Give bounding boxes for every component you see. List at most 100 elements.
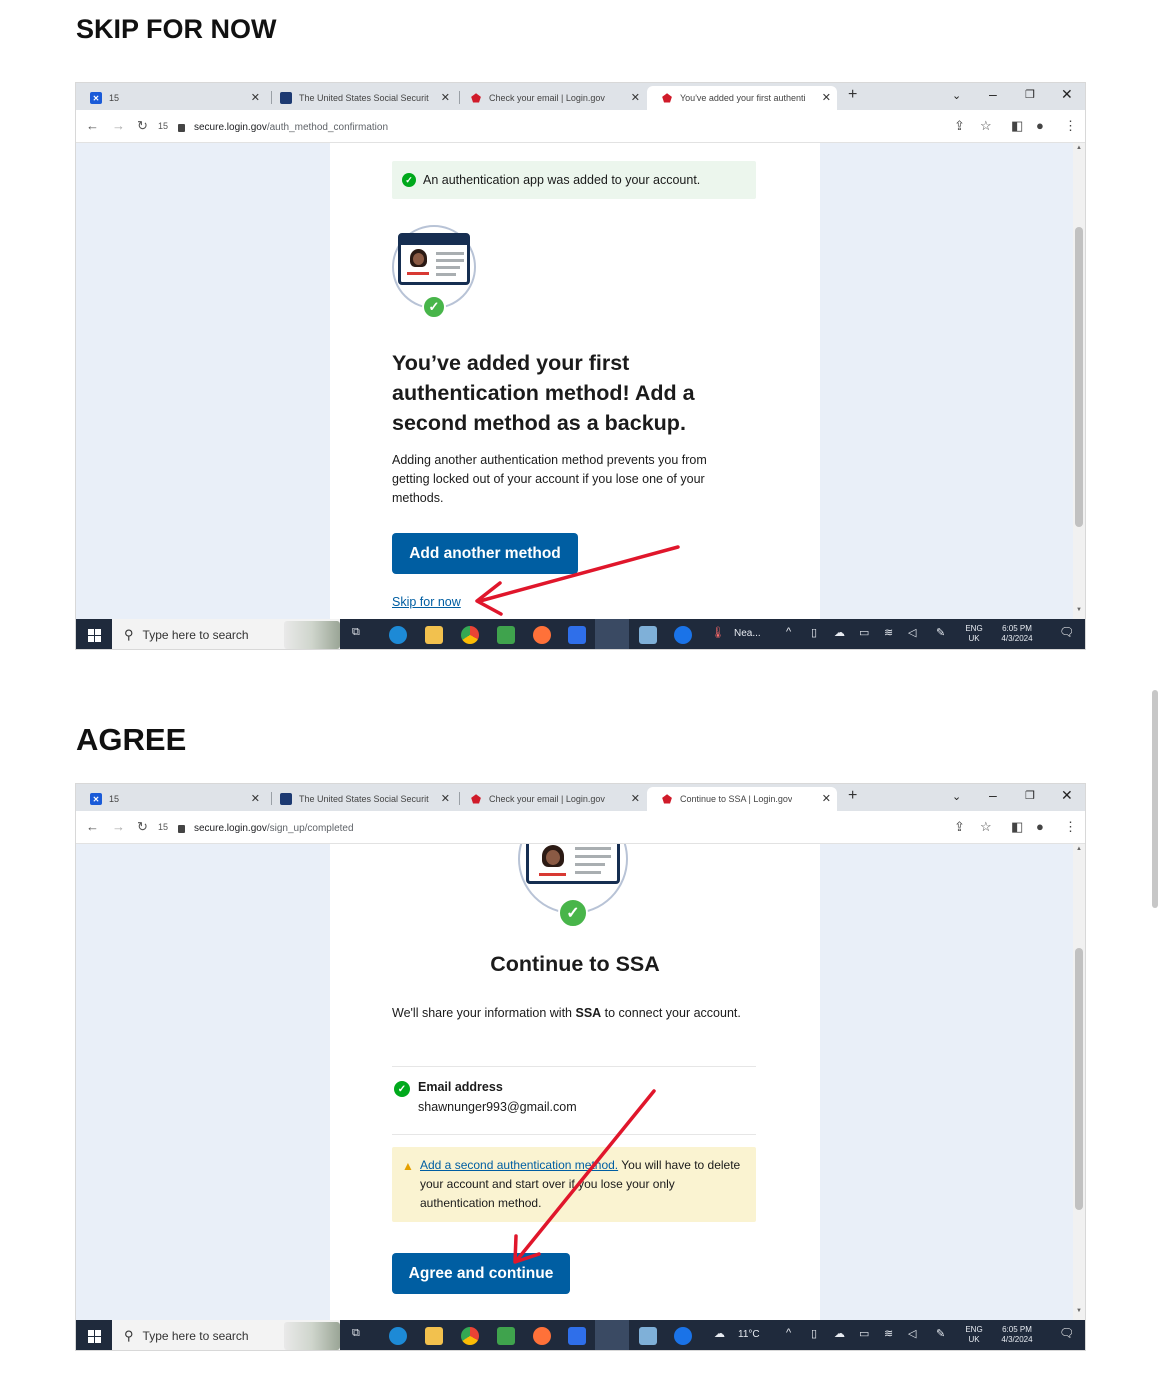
share-icon[interactable]: ⇪ — [954, 118, 965, 134]
new-tab-icon[interactable]: + — [848, 787, 857, 805]
tab-1[interactable]: ✕ 15 ✕ — [76, 86, 266, 110]
scroll-up-icon[interactable]: ▲ — [1076, 145, 1082, 151]
reload-icon[interactable]: ↻ — [137, 118, 148, 134]
share-icon[interactable]: ⇪ — [954, 819, 965, 835]
tab-1[interactable]: ✕ 15 ✕ — [76, 787, 266, 811]
tab-active[interactable]: ⬟ You've added your first authenti ✕ — [647, 86, 837, 110]
chevron-down-icon[interactable]: ⌄ — [952, 790, 961, 803]
lock-app-icon[interactable] — [497, 1327, 515, 1345]
edge-icon[interactable] — [389, 626, 407, 644]
close-icon[interactable]: ✕ — [441, 91, 450, 104]
clock[interactable]: 6:05 PM 4/3/2024 — [994, 624, 1040, 644]
help-icon[interactable] — [674, 626, 692, 644]
app-x-icon[interactable] — [568, 1327, 586, 1345]
close-icon[interactable]: ✕ — [631, 91, 640, 104]
scrollbar[interactable]: ▲ ▼ — [1073, 844, 1085, 1320]
url-field[interactable]: secure.login.gov/auth_method_confirmatio… — [178, 116, 938, 138]
close-window-icon[interactable]: ✕ — [1061, 787, 1073, 804]
tab-3[interactable]: ⬟ Check your email | Login.gov ✕ — [456, 787, 646, 811]
agree-and-continue-button[interactable]: Agree and continue — [392, 1253, 570, 1294]
add-second-method-link[interactable]: Add a second authentication method. — [420, 1158, 618, 1172]
reload-icon[interactable]: ↻ — [137, 819, 148, 835]
help-icon[interactable] — [674, 1327, 692, 1345]
scrollbar[interactable]: ▲ ▼ — [1073, 143, 1085, 619]
close-icon[interactable]: ✕ — [251, 91, 260, 104]
profile-icon[interactable]: ● — [1036, 118, 1044, 133]
firefox-icon[interactable] — [533, 1327, 551, 1345]
battery-icon[interactable]: ▭ — [859, 626, 869, 639]
page-scrollbar[interactable] — [1152, 690, 1158, 908]
chrome-icon[interactable] — [461, 1327, 479, 1345]
volume-icon[interactable]: ◁ — [908, 626, 916, 639]
pen-icon[interactable]: ✎ — [936, 1327, 945, 1340]
wifi-icon[interactable]: ≋ — [884, 626, 893, 639]
sidepanel-icon[interactable]: ◧ — [1011, 118, 1023, 134]
taskbar-search[interactable]: ⚲ Type here to search — [112, 619, 340, 649]
forward-arrow-icon[interactable]: → — [112, 819, 125, 834]
task-view-icon[interactable]: ⧉ — [352, 1327, 360, 1340]
folder-icon[interactable] — [425, 626, 443, 644]
volume-icon[interactable]: ◁ — [908, 1327, 916, 1340]
battery-icon[interactable]: ▭ — [859, 1327, 869, 1340]
minimize-icon[interactable]: – — [989, 86, 997, 102]
active-app-icon[interactable] — [595, 1320, 629, 1350]
tab-active[interactable]: ⬟ Continue to SSA | Login.gov ✕ — [647, 787, 837, 811]
star-icon[interactable]: ☆ — [980, 819, 992, 835]
windows-start-icon[interactable] — [76, 619, 112, 649]
tab-3[interactable]: ⬟ Check your email | Login.gov ✕ — [456, 86, 646, 110]
weather-text[interactable]: 11°C — [738, 1329, 760, 1340]
scroll-down-icon[interactable]: ▼ — [1076, 607, 1082, 613]
menu-icon[interactable]: ⋮ — [1064, 118, 1077, 134]
folder-icon[interactable] — [425, 1327, 443, 1345]
app-x-icon[interactable] — [568, 626, 586, 644]
scroll-down-icon[interactable]: ▼ — [1076, 1308, 1082, 1314]
notification-icon[interactable]: 🗨 — [1059, 1326, 1079, 1346]
tray-icon[interactable]: ▯ — [811, 626, 817, 639]
scrollbar-thumb[interactable] — [1075, 948, 1083, 1210]
edge-icon[interactable] — [389, 1327, 407, 1345]
weather-text[interactable]: Nea... — [734, 628, 761, 639]
back-arrow-icon[interactable]: ← — [86, 819, 99, 834]
notification-icon[interactable]: 🗨 — [1059, 625, 1079, 645]
chevron-up-icon[interactable]: ^ — [786, 1327, 791, 1339]
new-tab-icon[interactable]: + — [848, 86, 857, 104]
language-indicator[interactable]: ENG UK — [962, 624, 986, 644]
tab-2[interactable]: The United States Social Securit ✕ — [266, 86, 456, 110]
add-another-method-button[interactable]: Add another method — [392, 533, 578, 574]
back-arrow-icon[interactable]: ← — [86, 118, 99, 133]
minimize-icon[interactable]: – — [989, 787, 997, 803]
close-icon[interactable]: ✕ — [822, 91, 831, 104]
lock-app-icon[interactable] — [497, 626, 515, 644]
tab-2[interactable]: The United States Social Securit ✕ — [266, 787, 456, 811]
skip-for-now-link[interactable]: Skip for now — [392, 595, 461, 609]
firefox-icon[interactable] — [533, 626, 551, 644]
sidepanel-icon[interactable]: ◧ — [1011, 819, 1023, 835]
chevron-down-icon[interactable]: ⌄ — [952, 89, 961, 102]
restore-icon[interactable]: ❐ — [1025, 789, 1035, 802]
scrollbar-thumb[interactable] — [1075, 227, 1083, 527]
taskbar-search[interactable]: ⚲ Type here to search — [112, 1320, 340, 1350]
app-icon[interactable] — [639, 626, 657, 644]
chevron-up-icon[interactable]: ^ — [786, 626, 791, 638]
star-icon[interactable]: ☆ — [980, 118, 992, 134]
clock[interactable]: 6:05 PM 4/3/2024 — [994, 1325, 1040, 1345]
close-icon[interactable]: ✕ — [631, 792, 640, 805]
close-window-icon[interactable]: ✕ — [1061, 86, 1073, 103]
app-icon[interactable] — [639, 1327, 657, 1345]
close-icon[interactable]: ✕ — [822, 792, 831, 805]
profile-icon[interactable]: ● — [1036, 819, 1044, 834]
active-app-icon[interactable] — [595, 619, 629, 649]
chrome-icon[interactable] — [461, 626, 479, 644]
close-icon[interactable]: ✕ — [441, 792, 450, 805]
scroll-up-icon[interactable]: ▲ — [1076, 846, 1082, 852]
forward-arrow-icon[interactable]: → — [112, 118, 125, 133]
pen-icon[interactable]: ✎ — [936, 626, 945, 639]
wifi-icon[interactable]: ≋ — [884, 1327, 893, 1340]
windows-start-icon[interactable] — [76, 1320, 112, 1350]
language-indicator[interactable]: ENG UK — [962, 1325, 986, 1345]
close-icon[interactable]: ✕ — [251, 792, 260, 805]
task-view-icon[interactable]: ⧉ — [352, 626, 360, 639]
cloud-icon[interactable]: ☁ — [834, 1327, 845, 1340]
url-field[interactable]: secure.login.gov/sign_up/completed — [178, 817, 938, 839]
menu-icon[interactable]: ⋮ — [1064, 819, 1077, 835]
